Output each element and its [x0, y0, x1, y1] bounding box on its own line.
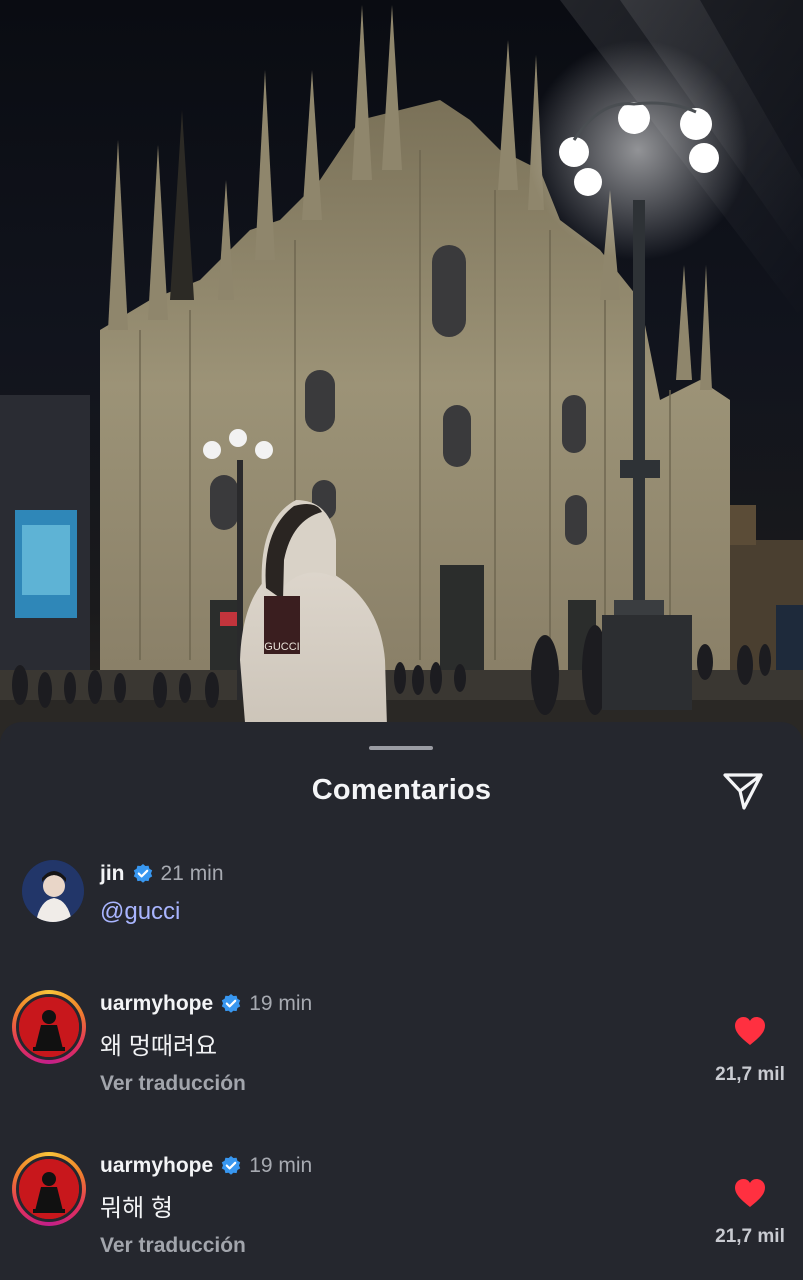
comment-timestamp: 21 min — [160, 862, 224, 885]
comment-text: 왜 멍때려요 — [100, 1033, 218, 1060]
svg-text:GUCCI: GUCCI — [264, 641, 299, 653]
sheet-title: Comentarios — [311, 774, 492, 806]
comments-sheet: Comentarios jin 21 min @gucci uarmyhope … — [0, 722, 803, 1280]
comment-username[interactable]: uarmyhope — [100, 1154, 213, 1178]
comment-timestamp: 19 min — [249, 1154, 313, 1177]
heart-filled-icon[interactable] — [734, 1016, 766, 1046]
avatar-image — [19, 997, 79, 1057]
avatar-story-ring[interactable] — [12, 990, 86, 1064]
comment-username[interactable]: jin — [100, 862, 125, 886]
verified-badge-icon — [133, 864, 152, 883]
sheet-drag-handle[interactable] — [369, 746, 433, 750]
share-paper-plane-icon — [723, 773, 763, 810]
avatar-image — [19, 1159, 79, 1219]
see-translation-link[interactable]: Ver traducción — [100, 1072, 246, 1096]
post-photo: GUCCI — [0, 0, 803, 760]
verified-badge-icon — [222, 1156, 241, 1175]
see-translation-link[interactable]: Ver traducción — [100, 1234, 246, 1258]
comment-timestamp: 19 min — [249, 992, 313, 1015]
share-button[interactable] — [718, 768, 768, 814]
comment-username[interactable]: uarmyhope — [100, 992, 213, 1016]
verified-badge-icon — [222, 994, 241, 1013]
comment-text: 뭐해 형 — [100, 1195, 173, 1222]
avatar-story-ring[interactable] — [12, 1152, 86, 1226]
like-count: 21,7 mil — [715, 1226, 785, 1247]
comment-mention-link[interactable]: @gucci — [100, 898, 180, 926]
avatar-image — [22, 860, 84, 922]
cathedral-night-scene: GUCCI — [0, 0, 803, 760]
like-count: 21,7 mil — [715, 1064, 785, 1085]
avatar[interactable] — [22, 860, 84, 922]
heart-filled-icon[interactable] — [734, 1178, 766, 1208]
